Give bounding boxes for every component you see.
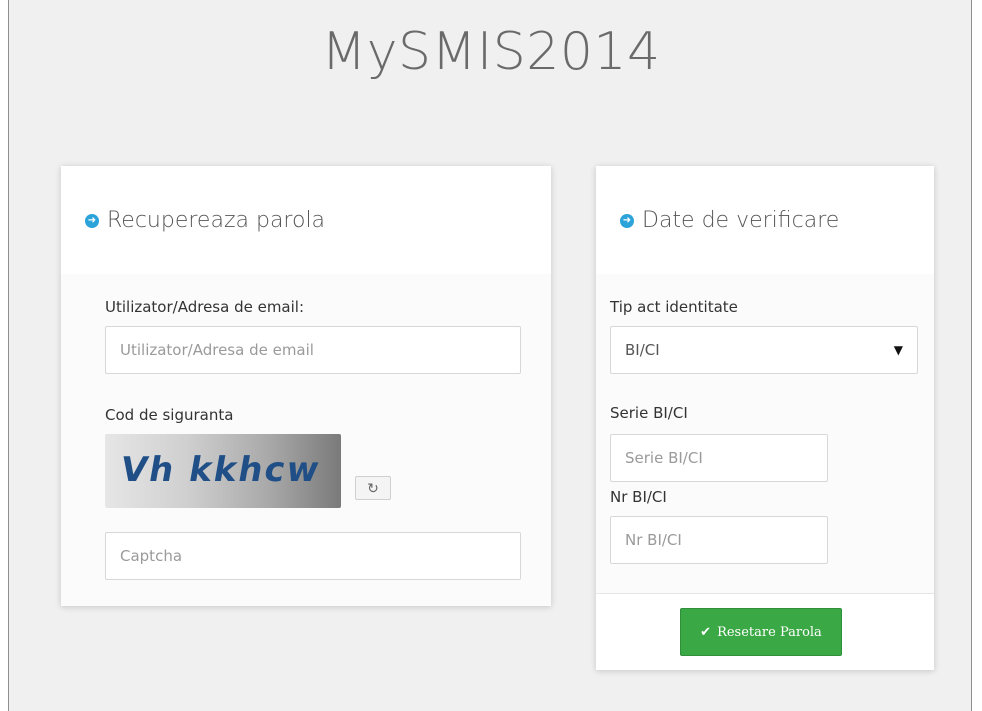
verification-header: ➜ Date de verificare bbox=[596, 166, 934, 275]
chevron-down-icon: ▼ bbox=[893, 343, 903, 357]
user-email-input[interactable] bbox=[105, 326, 521, 374]
app-title: MySMIS2014 bbox=[321, 22, 661, 82]
checkmark-icon: ✔ bbox=[700, 624, 712, 640]
reset-password-button-label: Resetare Parola bbox=[717, 624, 822, 640]
page-background: MySMIS2014 ➜ Recupereaza parola Utilizat… bbox=[8, 0, 972, 711]
serie-input[interactable] bbox=[610, 434, 828, 482]
id-type-selected-value: BI/CI bbox=[625, 341, 660, 359]
captcha-image: Vh kkhcw bbox=[105, 434, 341, 508]
id-type-label: Tip act identitate bbox=[610, 298, 738, 316]
captcha-refresh-button[interactable]: ↻ bbox=[355, 476, 391, 500]
circle-arrow-right-icon: ➜ bbox=[620, 213, 634, 228]
user-email-label: Utilizator/Adresa de email: bbox=[105, 298, 305, 316]
captcha-label: Cod de siguranta bbox=[105, 406, 234, 424]
id-type-select[interactable]: BI/CI ▼ bbox=[610, 326, 918, 374]
verification-footer: ✔ Resetare Parola bbox=[596, 593, 934, 670]
verification-title-text: Date de verificare bbox=[642, 208, 840, 233]
reset-password-button[interactable]: ✔ Resetare Parola bbox=[680, 608, 842, 656]
captcha-input[interactable] bbox=[105, 532, 521, 580]
serie-label: Serie BI/CI bbox=[610, 404, 688, 422]
verification-panel: ➜ Date de verificare Tip act identitate … bbox=[596, 166, 934, 670]
recover-password-panel: ➜ Recupereaza parola Utilizator/Adresa d… bbox=[61, 166, 551, 606]
nr-input[interactable] bbox=[610, 516, 828, 564]
refresh-icon: ↻ bbox=[367, 479, 379, 496]
captcha-text: Vh kkhcw bbox=[117, 450, 324, 490]
recover-password-body: Utilizator/Adresa de email: Cod de sigur… bbox=[61, 274, 551, 606]
recover-password-title: ➜ Recupereaza parola bbox=[85, 208, 325, 233]
verification-title: ➜ Date de verificare bbox=[620, 208, 839, 233]
recover-password-header: ➜ Recupereaza parola bbox=[61, 166, 551, 275]
nr-label: Nr BI/CI bbox=[610, 488, 667, 506]
circle-arrow-right-icon: ➜ bbox=[85, 213, 99, 228]
recover-password-title-text: Recupereaza parola bbox=[107, 208, 326, 233]
verification-body: Tip act identitate BI/CI ▼ Serie BI/CI N… bbox=[596, 274, 934, 670]
